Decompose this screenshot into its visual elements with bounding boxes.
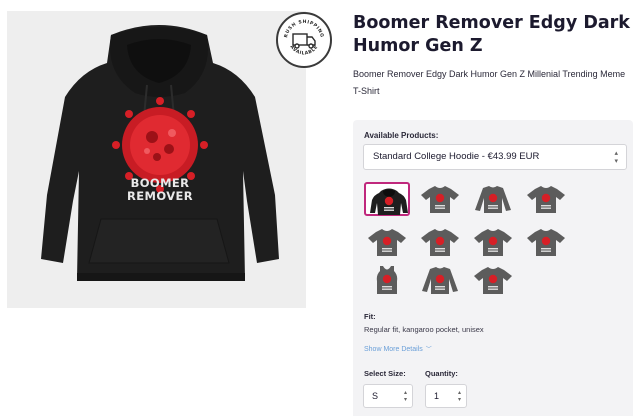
badge-line-2: AVAILABLE <box>288 44 318 56</box>
product-title: Boomer Remover Edgy Dark Humor Gen Z <box>353 13 630 56</box>
product-thumbnail[interactable] <box>523 182 569 216</box>
tshirt-icon <box>474 267 512 294</box>
quantity-stepper[interactable]: 1 ▴ ▾ <box>425 384 467 408</box>
print-text-remover: REMOVER <box>126 189 194 203</box>
product-thumbnail[interactable] <box>470 182 516 216</box>
select-size-label: Select Size: <box>364 369 406 378</box>
product-image: BOOMER REMOVER <box>7 11 306 308</box>
product-description: Boomer Remover Edgy Dark Humor Gen Z Mil… <box>353 69 626 96</box>
size-chevron-icon: ▴ ▾ <box>403 390 407 403</box>
tshirt-icon <box>527 186 565 213</box>
quantity-label: Quantity: <box>425 369 458 378</box>
product-thumbnail[interactable] <box>417 182 463 216</box>
longsleeve-icon <box>475 186 511 213</box>
badge-line-1: RUSH SHIPPING <box>283 19 324 38</box>
rush-shipping-badge: RUSH SHIPPING AVAILABLE <box>276 12 332 68</box>
size-select[interactable]: S ▴ ▾ <box>363 384 413 408</box>
product-thumbnail[interactable] <box>364 225 410 259</box>
quantity-value: 1 <box>434 391 440 401</box>
product-thumbnail[interactable] <box>417 225 463 259</box>
product-thumbnail[interactable] <box>523 225 569 259</box>
fit-label: Fit: <box>364 312 376 321</box>
product-thumbnail-selected[interactable] <box>364 182 410 216</box>
svg-text:AVAILABLE: AVAILABLE <box>288 44 319 56</box>
show-more-label: Show More Details <box>364 346 423 353</box>
product-thumbnail[interactable] <box>364 263 410 297</box>
options-panel: Available Products: Standard College Hoo… <box>353 120 633 416</box>
product-thumbnail[interactable] <box>470 225 516 259</box>
tshirt-icon <box>421 229 459 256</box>
tshirt-icon <box>527 229 565 256</box>
tshirt-icon <box>474 229 512 256</box>
product-thumbnail[interactable] <box>417 263 463 297</box>
longsleeve-icon <box>422 267 458 294</box>
print-text-boomer: BOOMER <box>130 176 190 190</box>
fit-value: Regular fit, kangaroo pocket, unisex <box>364 325 484 334</box>
tank-icon <box>376 266 398 294</box>
tshirt-icon <box>421 186 459 213</box>
show-more-details-link[interactable]: Show More Details ﹀ <box>364 344 432 353</box>
hoodie-illustration <box>41 25 279 281</box>
svg-text:RUSH SHIPPING: RUSH SHIPPING <box>283 19 325 38</box>
chevron-down-icon: ﹀ <box>425 347 432 353</box>
product-thumbnail[interactable] <box>470 263 516 297</box>
quantity-chevron-icon: ▴ ▾ <box>457 390 461 403</box>
size-value: S <box>372 391 379 401</box>
hoodie-icon <box>370 188 408 215</box>
tshirt-icon <box>368 229 406 256</box>
truck-icon <box>292 33 316 49</box>
